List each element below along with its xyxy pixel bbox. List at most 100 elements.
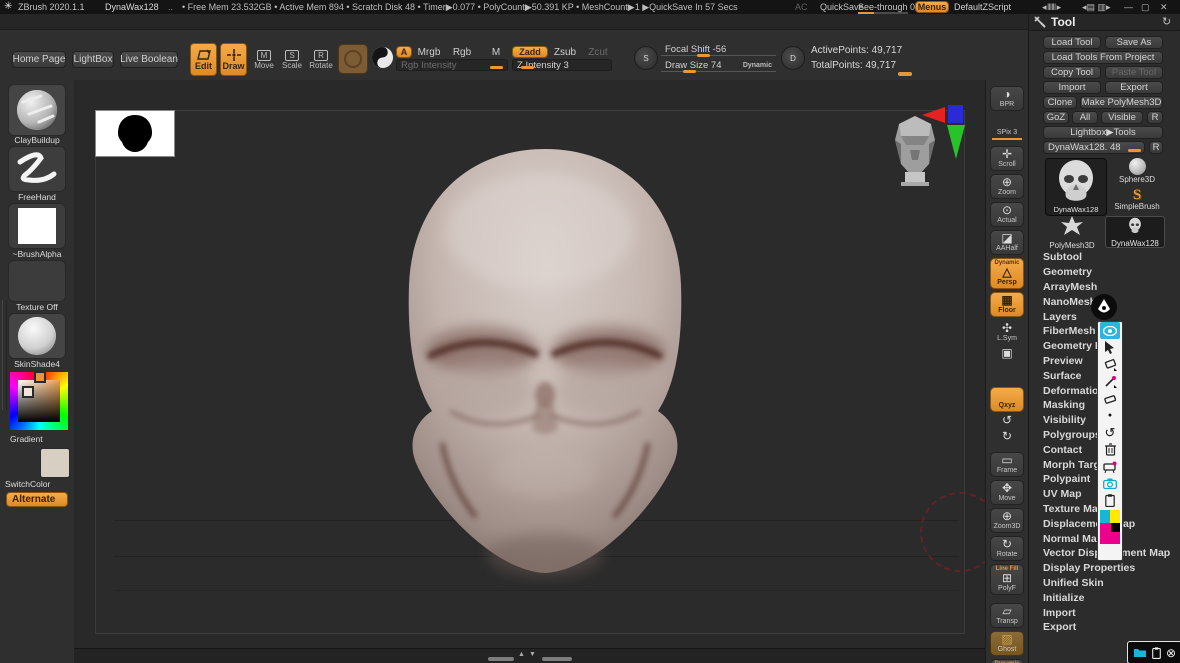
default-zscript-button[interactable]: DefaultZScript (954, 2, 1011, 12)
right-shelf-button[interactable]: ⊕ Zoom3D (990, 508, 1024, 533)
zsub-button[interactable]: Zsub (551, 46, 579, 58)
color-marker[interactable] (22, 386, 34, 398)
right-shelf-button[interactable]: ✥ Move (990, 480, 1024, 505)
rgb-button[interactable]: Rgb (450, 46, 474, 58)
stroke-preview[interactable] (338, 44, 368, 74)
tray-expand-icon[interactable]: ▲ (518, 651, 525, 658)
live-boolean-button[interactable]: Live Boolean (120, 51, 178, 68)
color-picker[interactable] (10, 372, 68, 430)
tool-section-header[interactable]: Geometry (1029, 265, 1180, 280)
close-button[interactable]: ✕ (1160, 2, 1168, 13)
tool-thumb-recent[interactable]: DynaWax128 (1105, 216, 1165, 248)
tool-section-header[interactable]: ArrayMesh (1029, 280, 1180, 295)
import-button[interactable]: Import (1043, 81, 1101, 94)
color-swatch-button[interactable] (1100, 510, 1120, 544)
minimize-button[interactable]: — (1124, 2, 1133, 12)
visibility-eye-button[interactable] (1100, 322, 1120, 339)
tool-section-header[interactable]: Unified Skin (1029, 576, 1180, 591)
zadd-button[interactable]: Zadd (512, 46, 548, 58)
pen-mode-button[interactable] (1100, 356, 1120, 373)
right-shelf-button[interactable]: ↻ Rotate (990, 536, 1024, 561)
ui-layout-icons[interactable]: ◂ ‖‖‖ ▸ (1042, 2, 1060, 13)
quicksave-button[interactable]: QuickSave (820, 2, 864, 12)
right-shelf-button[interactable]: ↻ (990, 429, 1024, 444)
draw-size-dial[interactable]: D (781, 46, 805, 70)
draw-size-nub[interactable] (683, 70, 696, 73)
brush-thumb-freehand[interactable] (8, 146, 66, 192)
undo-button[interactable]: ↺ (1100, 424, 1120, 441)
right-shelf-button[interactable]: ▭ Frame (990, 452, 1024, 477)
lightbox-tools-button[interactable]: Lightbox▶Tools (1043, 126, 1163, 139)
material-preview[interactable] (371, 46, 394, 69)
tool-palette-header[interactable]: Tool ↻ (1029, 14, 1180, 31)
draw-mode-button[interactable]: Draw (220, 43, 247, 76)
tool-section-header[interactable]: Subtool (1029, 250, 1180, 265)
tool-section-header[interactable]: Initialize (1029, 590, 1180, 605)
screenshot-button[interactable] (1100, 475, 1120, 492)
see-through-slider[interactable]: See-through 0 (858, 2, 915, 12)
save-as-button[interactable]: Save As (1105, 36, 1163, 49)
load-tool-button[interactable]: Load Tool (1043, 36, 1101, 49)
lightbox-button[interactable]: LightBox (72, 51, 114, 68)
zcut-button[interactable]: Zcut (585, 46, 611, 58)
m-button[interactable]: M (488, 46, 504, 58)
folder-icon[interactable] (1133, 647, 1147, 658)
home-page-button[interactable]: Home Page (12, 51, 66, 68)
mrgb-button[interactable]: Mrgb (415, 46, 443, 58)
z-intensity-nub[interactable] (521, 66, 534, 69)
alternate-button[interactable]: Alternate (6, 492, 68, 507)
export-button[interactable]: Export (1105, 81, 1163, 94)
focal-shift-nub[interactable] (697, 54, 710, 57)
move-mode-button[interactable]: M Move (251, 43, 277, 76)
scale-mode-button[interactable]: S Scale (279, 43, 305, 76)
right-shelf-button[interactable]: Line Fill ⊞ PolyF (990, 564, 1024, 595)
right-shelf-button[interactable]: ◪ AAHalf (990, 230, 1024, 255)
restore-button[interactable]: ▢ (1141, 2, 1150, 13)
material-thumb[interactable] (8, 313, 66, 359)
right-shelf-button[interactable]: ✣ L.Sym (990, 320, 1024, 345)
tool-section-header[interactable]: Export (1029, 620, 1180, 635)
goz-button[interactable]: GoZ (1043, 111, 1069, 124)
hue-marker[interactable] (34, 371, 46, 383)
sculpt-viewport[interactable] (74, 80, 985, 648)
alpha-thumb[interactable] (8, 203, 66, 249)
right-shelf-button[interactable]: Qxyz (990, 387, 1024, 412)
right-shelf-button[interactable]: ⊕ Zoom (990, 174, 1024, 199)
dot-size-button[interactable]: ● (1100, 407, 1120, 424)
tool-thumb-simplebrush[interactable]: S SimpleBrush (1109, 188, 1165, 216)
select-cursor-button[interactable] (1100, 339, 1120, 356)
tool-thumb-polymesh3d[interactable]: PolyMesh3D (1043, 216, 1101, 246)
right-shelf-button[interactable]: Dynamic ◎ Solo (990, 659, 1024, 663)
right-shelf-button[interactable]: ↺ (990, 413, 1024, 428)
right-shelf-button[interactable]: ✛ Scroll (990, 146, 1024, 171)
tray-handle-right[interactable] (542, 657, 572, 661)
goz-r-button[interactable]: R (1147, 111, 1163, 124)
palette-reset-icon[interactable]: ↻ (1162, 15, 1171, 28)
brush-thumb-claybuildup[interactable] (8, 84, 66, 136)
goz-all-button[interactable]: All (1072, 111, 1098, 124)
right-shelf-button[interactable]: ▱ Transp (990, 603, 1024, 628)
focal-shift-slider[interactable]: Focal Shift -56 (661, 43, 776, 56)
z-intensity-slider[interactable]: Z Intensity 3 (512, 59, 612, 71)
focal-shift-dial[interactable]: S (634, 46, 658, 70)
window-arrange-icons[interactable]: ◂▤ ▥▸ (1082, 2, 1111, 13)
edit-mode-button[interactable]: Edit (190, 43, 217, 76)
clear-trash-button[interactable] (1100, 441, 1120, 458)
axis-gizmo[interactable] (922, 104, 966, 160)
right-shelf-button[interactable]: ⊙ Actual (990, 202, 1024, 227)
copy-tool-button[interactable]: Copy Tool (1043, 66, 1101, 79)
tool-thumb-sphere3d[interactable]: Sphere3D (1109, 158, 1165, 186)
line-tool-button[interactable] (1100, 373, 1120, 390)
load-tools-from-project-button[interactable]: Load Tools From Project (1043, 51, 1163, 64)
tray-collapse-icon[interactable]: ▼ (529, 651, 536, 658)
tool-section-header[interactable]: Display Properties (1029, 561, 1180, 576)
paste-tool-button[interactable]: Paste Tool (1105, 66, 1163, 79)
eraser-button[interactable] (1100, 390, 1120, 407)
draw-size-slider[interactable]: Draw Size 74 Dynamic (661, 59, 776, 72)
tool-section-header[interactable]: Import (1029, 605, 1180, 620)
make-polymesh3d-button[interactable]: Make PolyMesh3D (1080, 96, 1163, 109)
active-tool-thumb[interactable]: DynaWax128 (1045, 158, 1107, 216)
tool-quicksave-slider[interactable]: DynaWax128. 48 (1043, 141, 1145, 154)
right-shelf-button[interactable]: ▨ Ghost (990, 631, 1024, 656)
overlay-close-icon[interactable]: ⊗ (1166, 647, 1176, 659)
